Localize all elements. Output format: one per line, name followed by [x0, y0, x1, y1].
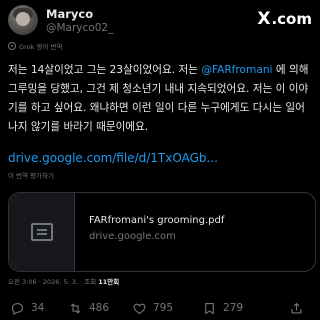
retweet-icon [70, 302, 81, 314]
post-header: Maryco @Maryco02_ X .com [8, 5, 312, 35]
post-link[interactable]: drive.google.com/file/d/1TxOAGb... [8, 151, 218, 165]
reply-icon [11, 302, 24, 315]
retweet-count: 486 [89, 302, 110, 314]
share-button[interactable] [289, 301, 310, 316]
action-bar: 34 486 795 279 [8, 296, 312, 320]
card-title: FARfromani's grooming.pdf [89, 215, 225, 226]
post-line: 나지 않기를 바라기 때문이에요. [8, 121, 149, 133]
view-count: 11만회 [98, 278, 120, 286]
reply-button[interactable]: 34 [10, 301, 44, 316]
post-body: 저는 14살이었고 그는 23살이었어요. 저는 @FARfromani 에 의… [8, 61, 316, 137]
avatar[interactable] [8, 5, 38, 35]
bookmark-count: 279 [223, 302, 244, 314]
x-logo-text: .com [271, 10, 312, 28]
post-line: 기를 하고 싶어요. 왜냐하면 이런 일이 다른 누구에게도 다시는 일어 [8, 102, 305, 114]
post-timestamp[interactable]: 오전 3:06 · 2026. 5. 3. · 조회 [8, 278, 98, 286]
avatar-face [16, 12, 30, 26]
post-line: 저는 14살이었고 그는 23살이었어요. 저는 @FARfromani 에 의… [8, 64, 309, 76]
x-logo: X .com [257, 9, 312, 29]
post-meta: 오전 3:06 · 2026. 5. 3. · 조회 11만회 [8, 276, 119, 286]
like-icon [133, 303, 146, 314]
user-handle[interactable]: @Maryco02_ [46, 22, 113, 34]
card-thumbnail [9, 193, 75, 271]
translation-note[interactable]: Grok 영어 번역 [8, 41, 62, 51]
bookmark-button[interactable]: 279 [202, 301, 243, 316]
x-logo-icon: X [257, 9, 271, 29]
user-name[interactable]: Maryco [46, 7, 93, 21]
translation-note-text: Grok 영어 번역 [19, 43, 63, 51]
rate-translation-link[interactable]: 이 번역 평가하기 [8, 170, 54, 180]
mention-link[interactable]: @FARfromani [201, 64, 272, 76]
reply-count: 34 [31, 302, 45, 314]
grok-icon [8, 42, 16, 50]
link-card[interactable]: FARfromani's grooming.pdf drive.google.c… [8, 192, 316, 272]
share-icon [291, 302, 302, 313]
like-button[interactable]: 795 [132, 301, 173, 316]
card-domain: drive.google.com [89, 231, 176, 242]
bookmark-icon [205, 302, 214, 315]
like-count: 795 [153, 302, 174, 314]
document-icon [30, 223, 53, 241]
retweet-button[interactable]: 486 [68, 301, 109, 316]
post-line: 그루밍을 당했고, 그건 제 청소년기 내내 지속되었어요. 저는 이 이야 [8, 83, 309, 95]
